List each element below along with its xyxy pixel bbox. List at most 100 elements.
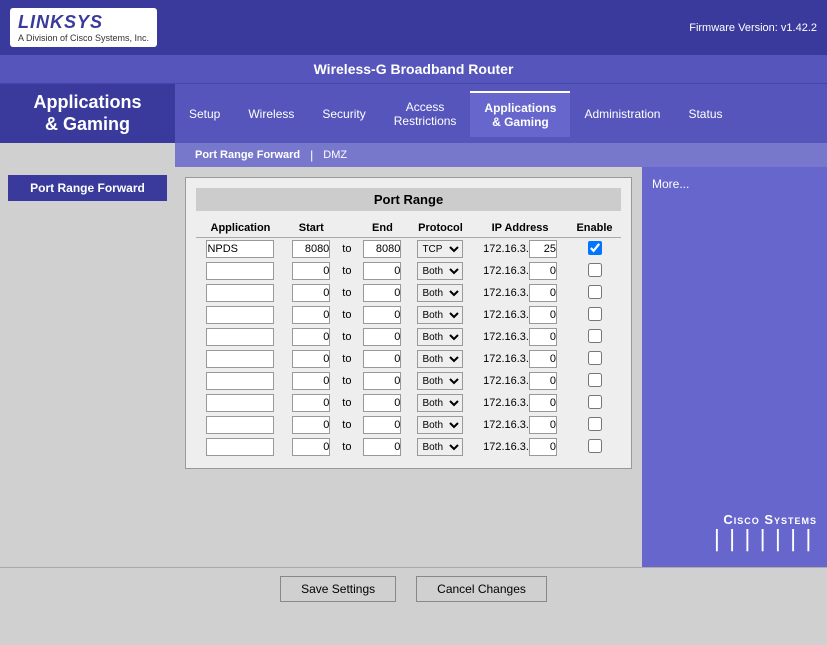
app-input-3[interactable] xyxy=(206,306,274,324)
ip-last-input-8[interactable] xyxy=(529,416,557,434)
protocol-select-7[interactable]: TCPUDPBoth xyxy=(417,394,463,412)
ip-last-input-6[interactable] xyxy=(529,372,557,390)
tab-status[interactable]: Status xyxy=(674,99,736,129)
enable-checkbox-4[interactable] xyxy=(588,329,602,343)
app-input-8[interactable] xyxy=(206,416,274,434)
ip-prefix-2: 172.16.3. xyxy=(483,287,529,299)
start-input-4[interactable] xyxy=(292,328,330,346)
firmware-version: Firmware Version: v1.42.2 xyxy=(689,22,817,34)
sidebar: Port Range Forward xyxy=(0,167,175,567)
ip-prefix-1: 172.16.3. xyxy=(483,265,529,277)
enable-checkbox-9[interactable] xyxy=(588,439,602,453)
ip-last-input-2[interactable] xyxy=(529,284,557,302)
port-range-box: Port Range Application Start End Protoco… xyxy=(185,177,632,469)
end-input-6[interactable] xyxy=(363,372,401,390)
table-row: toTCPUDPBoth172.16.3. xyxy=(196,326,621,348)
end-input-5[interactable] xyxy=(363,350,401,368)
protocol-select-3[interactable]: TCPUDPBoth xyxy=(417,306,463,324)
sub-nav-port-range[interactable]: Port Range Forward xyxy=(185,149,310,161)
ip-last-input-0[interactable] xyxy=(529,240,557,258)
protocol-select-8[interactable]: TCPUDPBoth xyxy=(417,416,463,434)
tab-applications-gaming[interactable]: Applications& Gaming xyxy=(470,91,570,137)
start-input-8[interactable] xyxy=(292,416,330,434)
enable-checkbox-0[interactable] xyxy=(588,241,602,255)
app-input-0[interactable] xyxy=(206,240,274,258)
ip-last-input-4[interactable] xyxy=(529,328,557,346)
save-settings-button[interactable]: Save Settings xyxy=(280,576,396,602)
app-input-4[interactable] xyxy=(206,328,274,346)
enable-checkbox-5[interactable] xyxy=(588,351,602,365)
start-input-6[interactable] xyxy=(292,372,330,390)
ip-last-input-7[interactable] xyxy=(529,394,557,412)
sub-nav-dmz[interactable]: DMZ xyxy=(313,149,357,161)
start-input-7[interactable] xyxy=(292,394,330,412)
app-input-7[interactable] xyxy=(206,394,274,412)
protocol-select-2[interactable]: TCPUDPBoth xyxy=(417,284,463,302)
start-input-1[interactable] xyxy=(292,262,330,280)
tab-wireless[interactable]: Wireless xyxy=(234,99,308,129)
protocol-select-6[interactable]: TCPUDPBoth xyxy=(417,372,463,390)
to-label: to xyxy=(338,282,356,304)
tab-access-restrictions[interactable]: AccessRestrictions xyxy=(380,92,471,136)
header: LINKSYS A Division of Cisco Systems, Inc… xyxy=(0,0,827,55)
to-label: to xyxy=(338,238,356,261)
end-input-7[interactable] xyxy=(363,394,401,412)
protocol-select-4[interactable]: TCPUDPBoth xyxy=(417,328,463,346)
tab-security[interactable]: Security xyxy=(308,99,379,129)
enable-checkbox-8[interactable] xyxy=(588,417,602,431)
ip-cell-0: 172.16.3. xyxy=(472,238,568,261)
start-input-0[interactable] xyxy=(292,240,330,258)
tab-administration[interactable]: Administration xyxy=(570,99,674,129)
protocol-select-9[interactable]: TCPUDPBoth xyxy=(417,438,463,456)
ip-prefix-0: 172.16.3. xyxy=(483,243,529,255)
logo-text: LINKSYS xyxy=(18,12,149,33)
ip-cell-2: 172.16.3. xyxy=(472,282,568,304)
to-label: to xyxy=(338,392,356,414)
to-label: to xyxy=(338,348,356,370)
to-label: to xyxy=(338,414,356,436)
table-row: toTCPUDPBoth172.16.3. xyxy=(196,348,621,370)
to-label: to xyxy=(338,326,356,348)
end-input-8[interactable] xyxy=(363,416,401,434)
enable-checkbox-1[interactable] xyxy=(588,263,602,277)
start-input-5[interactable] xyxy=(292,350,330,368)
start-input-9[interactable] xyxy=(292,438,330,456)
app-input-2[interactable] xyxy=(206,284,274,302)
ip-last-input-9[interactable] xyxy=(529,438,557,456)
port-range-title: Port Range xyxy=(196,188,621,211)
cisco-logo: Cisco Systems ||||||| xyxy=(710,512,817,552)
end-input-4[interactable] xyxy=(363,328,401,346)
protocol-select-0[interactable]: TCPUDPBoth xyxy=(417,240,463,258)
more-link[interactable]: More... xyxy=(652,177,689,191)
cisco-name: Cisco Systems xyxy=(710,512,817,527)
end-input-2[interactable] xyxy=(363,284,401,302)
end-input-1[interactable] xyxy=(363,262,401,280)
tab-setup[interactable]: Setup xyxy=(175,99,234,129)
ip-last-input-3[interactable] xyxy=(529,306,557,324)
app-input-6[interactable] xyxy=(206,372,274,390)
ip-prefix-8: 172.16.3. xyxy=(483,419,529,431)
end-input-9[interactable] xyxy=(363,438,401,456)
ip-cell-1: 172.16.3. xyxy=(472,260,568,282)
ip-cell-3: 172.16.3. xyxy=(472,304,568,326)
end-input-0[interactable] xyxy=(363,240,401,258)
col-end: End xyxy=(356,219,409,238)
enable-checkbox-7[interactable] xyxy=(588,395,602,409)
start-input-3[interactable] xyxy=(292,306,330,324)
start-input-2[interactable] xyxy=(292,284,330,302)
ip-last-input-5[interactable] xyxy=(529,350,557,368)
protocol-select-5[interactable]: TCPUDPBoth xyxy=(417,350,463,368)
app-input-5[interactable] xyxy=(206,350,274,368)
ip-prefix-3: 172.16.3. xyxy=(483,309,529,321)
cancel-changes-button[interactable]: Cancel Changes xyxy=(416,576,547,602)
app-input-9[interactable] xyxy=(206,438,274,456)
enable-checkbox-3[interactable] xyxy=(588,307,602,321)
app-input-1[interactable] xyxy=(206,262,274,280)
enable-checkbox-2[interactable] xyxy=(588,285,602,299)
enable-checkbox-6[interactable] xyxy=(588,373,602,387)
ip-last-input-1[interactable] xyxy=(529,262,557,280)
bottom-bar: Save Settings Cancel Changes xyxy=(0,567,827,610)
col-ip: IP Address xyxy=(472,219,568,238)
end-input-3[interactable] xyxy=(363,306,401,324)
protocol-select-1[interactable]: TCPUDPBoth xyxy=(417,262,463,280)
